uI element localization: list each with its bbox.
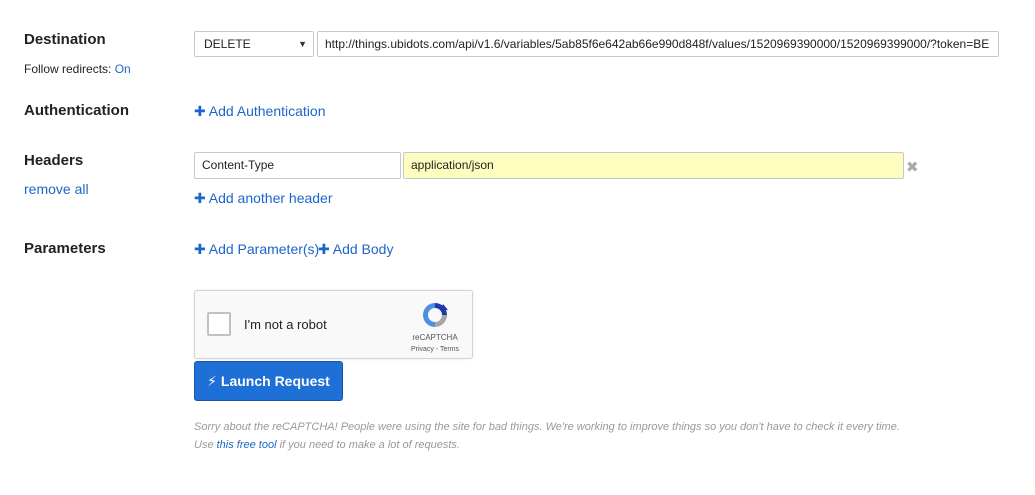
parameters-label: Parameters: [24, 240, 106, 257]
add-header-button[interactable]: ✚ Add another header: [194, 190, 333, 207]
add-parameters-button[interactable]: ✚ Add Parameter(s): [194, 241, 319, 258]
add-authentication-label: Add Authentication: [208, 103, 326, 119]
chevron-down-icon: ▼: [298, 39, 307, 49]
url-input[interactable]: http://things.ubidots.com/api/v1.6/varia…: [317, 31, 999, 57]
headers-label: Headers: [24, 152, 84, 169]
follow-redirects: Follow redirects: On: [24, 62, 131, 76]
recaptcha-terms-link[interactable]: Privacy - Terms: [405, 346, 465, 353]
lightning-icon: ⚡: [207, 373, 218, 389]
destination-label: Destination: [24, 31, 106, 48]
remove-header-icon[interactable]: ✖: [906, 158, 919, 176]
plus-icon: ✚: [194, 241, 206, 257]
recaptcha-brand: reCAPTCHA: [412, 333, 458, 342]
add-body-button[interactable]: ✚ Add Body: [318, 241, 393, 258]
free-tool-note-prefix: Use: [194, 439, 214, 451]
add-header-label: Add another header: [208, 190, 333, 206]
follow-redirects-toggle[interactable]: On: [115, 62, 131, 76]
plus-icon: ✚: [194, 103, 206, 119]
add-parameters-label: Add Parameter(s): [208, 241, 320, 257]
recaptcha-label: I'm not a robot: [244, 317, 327, 332]
header-name-input[interactable]: Content-Type: [194, 152, 401, 179]
follow-redirects-label: Follow redirects:: [24, 62, 112, 76]
plus-icon: ✚: [194, 190, 206, 206]
recaptcha-logo-icon: [423, 303, 448, 327]
method-select-value: DELETE: [204, 37, 251, 51]
free-tool-note: Use this free tool if you need to make a…: [194, 439, 460, 451]
remove-all-headers-link[interactable]: remove all: [24, 181, 89, 197]
add-body-label: Add Body: [332, 241, 394, 257]
add-authentication-button[interactable]: ✚ Add Authentication: [194, 103, 326, 120]
recaptcha-checkbox[interactable]: [207, 312, 231, 336]
captcha-note: Sorry about the reCAPTCHA! People were u…: [194, 421, 900, 433]
authentication-label: Authentication: [24, 102, 129, 119]
recaptcha-widget: I'm not a robot reCAPTCHA Privacy - Term…: [194, 290, 473, 359]
method-select[interactable]: DELETE ▼: [194, 31, 314, 57]
header-value-input[interactable]: application/json: [403, 152, 904, 179]
launch-request-button[interactable]: ⚡ Launch Request: [194, 361, 343, 401]
plus-icon: ✚: [318, 241, 330, 257]
free-tool-note-suffix: if you need to make a lot of requests.: [279, 439, 460, 451]
launch-request-label: Launch Request: [220, 373, 330, 389]
free-tool-link[interactable]: this free tool: [217, 439, 277, 451]
